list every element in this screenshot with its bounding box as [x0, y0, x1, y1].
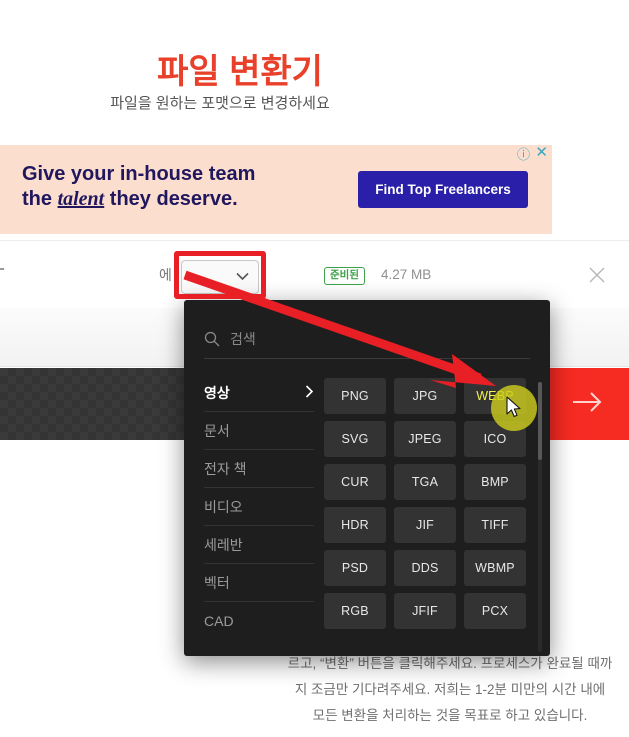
page-subtitle: 파일을 원하는 포맷으로 변경하세요: [110, 95, 330, 112]
output-format-value: ...: [194, 269, 209, 285]
truncated-filename-fragment: ⌐: [0, 261, 5, 278]
format-button-webp[interactable]: WEBP: [464, 378, 526, 414]
format-category-label: 전자 책: [204, 460, 247, 477]
format-category-label: CAD: [204, 613, 234, 629]
format-category-list: 영상문서전자 책비디오세레반벡터 CAD: [204, 374, 314, 640]
format-search-input[interactable]: 검색: [204, 320, 530, 358]
info-right-line4: 모든 변환을 처리하는 것을 목표로 하고 있습니다.: [312, 708, 588, 723]
format-button-pcx[interactable]: PCX: [464, 593, 526, 629]
ad-headline-pre: the: [22, 188, 58, 210]
info-left-heading: 맷 지원: [0, 600, 140, 624]
format-category-label: 비디오: [204, 498, 243, 515]
arrow-right-icon: [567, 390, 607, 419]
chevron-right-icon: [305, 384, 314, 401]
format-button-jpeg[interactable]: JPEG: [394, 421, 456, 457]
remove-file-close-icon[interactable]: [587, 265, 607, 285]
search-icon: [204, 331, 220, 347]
format-button-grid: PNG JPG WEBP SVG JPEG ICO CUR TGA BMP HDR JIF TIFF P…: [324, 378, 526, 629]
format-category-4[interactable]: 비디오: [204, 488, 314, 526]
format-category-6[interactable]: 벡터: [204, 564, 314, 602]
dropdown-scrollbar[interactable]: [538, 382, 542, 652]
format-button-ico[interactable]: ICO: [464, 421, 526, 457]
format-button-cur[interactable]: CUR: [324, 464, 386, 500]
format-button-wbmp[interactable]: WBMP: [464, 550, 526, 586]
format-button-rgb[interactable]: RGB: [324, 593, 386, 629]
format-category-1[interactable]: 영상: [204, 374, 314, 412]
format-button-jif[interactable]: JIF: [394, 507, 456, 543]
format-category-3[interactable]: 전자 책: [204, 450, 314, 488]
ad-headline: Give your in-house team the talent they …: [22, 162, 342, 212]
format-button-dds[interactable]: DDS: [394, 550, 456, 586]
info-left-column: 맷 지원 일 포맷 간의 25600가 다. 다른 어떤 변환기 다.: [0, 600, 140, 713]
ad-info-icon[interactable]: ⓘ: [517, 148, 530, 161]
format-button-hdr[interactable]: HDR: [324, 507, 386, 543]
file-toolbar-row: ⌐ 에 ... 준비된 4.27 MB: [0, 240, 629, 308]
format-button-psd[interactable]: PSD: [324, 550, 386, 586]
page-root: 파일 변환기 파일을 원하는 포맷으로 변경하세요 Give your in-h…: [0, 0, 629, 737]
status-badge: 준비된: [324, 267, 365, 285]
ad-headline-emphasis: talent: [57, 188, 105, 210]
page-title: 파일 변환기: [157, 53, 323, 91]
chevron-down-icon: [236, 268, 249, 286]
format-dropdown-panel[interactable]: 검색 영상문서전자 책비디오세레반벡터 CAD PNG JPG WEBP SVG JPEG…: [184, 300, 550, 656]
info-right-line3: 지 조금만 기다려주세요. 저희는 1-2분 미만의 시간 내에: [294, 682, 606, 697]
output-format-select[interactable]: ...: [181, 260, 259, 294]
dropdown-divider: [204, 358, 530, 359]
format-category-label: 문서: [204, 422, 230, 439]
format-category-7[interactable]: CAD: [204, 602, 314, 640]
format-category-2[interactable]: 문서: [204, 412, 314, 450]
format-search-placeholder: 검색: [230, 331, 256, 347]
to-label: 에: [159, 267, 172, 283]
format-button-tga[interactable]: TGA: [394, 464, 456, 500]
ad-banner[interactable]: Give your in-house team the talent they …: [0, 145, 552, 234]
ad-close-icon[interactable]: ✕: [535, 145, 548, 160]
info-left-paragraph: 일 포맷 간의 25600가 다. 다른 어떤 변환기 다.: [0, 638, 140, 713]
ad-headline-line1: Give your in-house team: [22, 163, 256, 185]
page-header: 파일 변환기 파일을 원하는 포맷으로 변경하세요: [0, 0, 629, 140]
find-top-freelancers-button[interactable]: Find Top Freelancers: [358, 171, 528, 208]
format-button-png[interactable]: PNG: [324, 378, 386, 414]
format-button-jfif[interactable]: JFIF: [394, 593, 456, 629]
format-button-bmp[interactable]: BMP: [464, 464, 526, 500]
format-button-jpg[interactable]: JPG: [394, 378, 456, 414]
format-category-label: 세레반: [204, 536, 243, 553]
convert-button[interactable]: [545, 368, 629, 440]
format-category-label: 영상: [204, 384, 230, 401]
info-right-line2: 르고, “변환” 버튼을 클릭해주세요. 프로세스가 완료될 때까: [287, 656, 613, 671]
format-button-svg[interactable]: SVG: [324, 421, 386, 457]
format-category-5[interactable]: 세레반: [204, 526, 314, 564]
ad-headline-post: they deserve.: [104, 188, 238, 210]
format-button-tiff[interactable]: TIFF: [464, 507, 526, 543]
file-size: 4.27 MB: [381, 267, 432, 282]
format-category-label: 벡터: [204, 574, 230, 591]
